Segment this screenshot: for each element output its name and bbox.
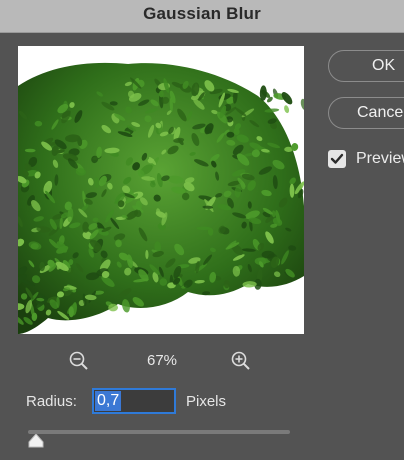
radius-input[interactable] — [92, 388, 176, 414]
zoom-controls: 67% — [18, 348, 304, 374]
title-bar[interactable]: Gaussian Blur — [0, 0, 404, 33]
radius-slider-track[interactable] — [28, 430, 290, 434]
leaf-shape — [108, 303, 118, 312]
radius-slider-thumb[interactable] — [28, 433, 44, 448]
ok-button[interactable]: OK — [328, 50, 404, 82]
preview-label: Preview — [356, 150, 404, 167]
gaussian-blur-dialog: Gaussian Blur 67% Radius: 0,7 0,7 Pixels… — [0, 0, 404, 460]
radius-label: Radius: — [26, 393, 77, 410]
radius-row: Radius: 0,7 Pixels — [26, 388, 326, 416]
preview-image[interactable] — [18, 46, 304, 334]
tree-foliage-image — [18, 62, 304, 334]
preview-checkbox[interactable] — [328, 150, 346, 168]
leaf-shape — [284, 105, 290, 114]
unit-label: Pixels — [186, 393, 227, 410]
leaf-shape — [300, 98, 304, 110]
leaf-shape — [39, 261, 46, 272]
zoom-level: 67% — [146, 352, 178, 369]
checkmark-icon — [330, 153, 344, 164]
leaf-shape — [226, 131, 235, 138]
leaf-shape — [68, 306, 74, 318]
cancel-button[interactable]: Cancel — [328, 97, 404, 129]
dialog-title: Gaussian Blur — [143, 4, 261, 23]
zoom-in-icon[interactable] — [230, 350, 252, 372]
leaf-shape — [223, 280, 230, 289]
zoom-out-icon[interactable] — [68, 350, 90, 372]
